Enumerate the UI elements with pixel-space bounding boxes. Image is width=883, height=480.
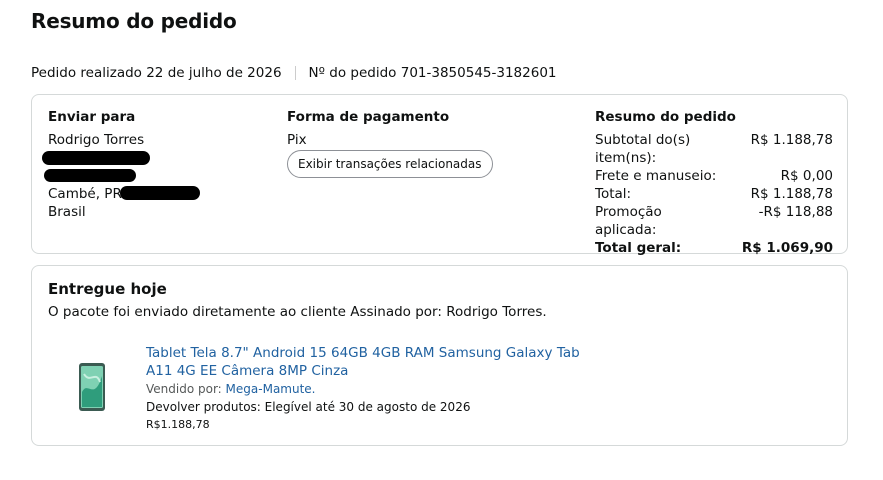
sold-by-label: Vendido por: <box>146 382 222 396</box>
product-title-link[interactable]: Tablet Tela 8.7" Android 15 64GB 4GB RAM… <box>146 344 596 380</box>
payment-heading: Forma de pagamento <box>287 109 450 125</box>
grand-total-row: Total geral: R$ 1.069,90 <box>595 239 833 257</box>
grand-total-value: R$ 1.069,90 <box>741 240 833 256</box>
seller-link[interactable]: Mega-Mamute. <box>226 382 316 396</box>
product-info: Tablet Tela 8.7" Android 15 64GB 4GB RAM… <box>146 344 596 434</box>
summary-row-label: Total: <box>595 186 632 202</box>
summary-row: Promoção aplicada: -R$ 118,88 <box>595 203 833 239</box>
payment-section: Forma de pagamento Pix Exibir transações… <box>287 108 547 178</box>
shipping-name: Rodrigo Torres <box>48 132 145 148</box>
summary-row-label: Frete e manuseio: <box>595 168 717 184</box>
delivery-status-heading: Entregue hoje <box>48 280 167 298</box>
page-title: Resumo do pedido <box>31 9 237 33</box>
delivery-card: Entregue hoje O pacote foi enviado diret… <box>31 265 848 446</box>
seller-line: Vendido por: Mega-Mamute. <box>146 380 596 398</box>
redaction-mark <box>120 186 200 200</box>
shipping-heading: Enviar para <box>48 109 136 125</box>
meta-divider <box>294 66 296 80</box>
shipping-city-line: Cambé, PR <box>48 185 278 203</box>
summary-row-label: Promoção aplicada: <box>595 204 662 238</box>
product-price: R$1.188,78 <box>146 418 210 431</box>
shipping-address-line-redacted <box>44 167 278 185</box>
order-details-card: Enviar para Rodrigo Torres Cambé, PR Bra… <box>31 94 848 257</box>
summary-section: Resumo do pedido Subtotal do(s) item(ns)… <box>595 108 833 257</box>
summary-row-value: -R$ 118,88 <box>758 204 833 220</box>
payment-method: Pix <box>287 132 307 148</box>
summary-row: Subtotal do(s) item(ns): R$ 1.188,78 <box>595 131 833 167</box>
delivery-note: O pacote foi enviado diretamente ao clie… <box>48 304 547 320</box>
summary-row: Frete e manuseio: R$ 0,00 <box>595 167 833 185</box>
summary-row-label: Subtotal do(s) item(ns): <box>595 132 691 166</box>
redaction-mark <box>42 151 150 165</box>
shipping-country: Brasil <box>48 204 86 220</box>
return-eligibility: Devolver produtos: Elegível até 30 de ag… <box>146 400 471 414</box>
shipping-address-line-redacted <box>42 149 278 167</box>
order-date: Pedido realizado 22 de julho de 2026 <box>31 65 282 81</box>
shipping-city: Cambé, PR <box>48 186 122 202</box>
order-meta: Pedido realizado 22 de julho de 2026 Nº … <box>31 65 557 81</box>
summary-row-value: R$ 1.188,78 <box>750 132 833 148</box>
grand-total-label: Total geral: <box>595 240 682 256</box>
tablet-icon[interactable] <box>78 362 106 412</box>
summary-row: Total: R$ 1.188,78 <box>595 185 833 203</box>
summary-row-value: R$ 1.188,78 <box>750 186 833 202</box>
redaction-mark <box>44 169 136 182</box>
summary-heading: Resumo do pedido <box>595 109 736 125</box>
summary-row-value: R$ 0,00 <box>780 168 833 184</box>
view-transactions-button[interactable]: Exibir transações relacionadas <box>287 150 493 178</box>
order-number: Nº do pedido 701-3850545-3182601 <box>308 65 557 81</box>
shipping-section: Enviar para Rodrigo Torres Cambé, PR Bra… <box>42 108 278 221</box>
